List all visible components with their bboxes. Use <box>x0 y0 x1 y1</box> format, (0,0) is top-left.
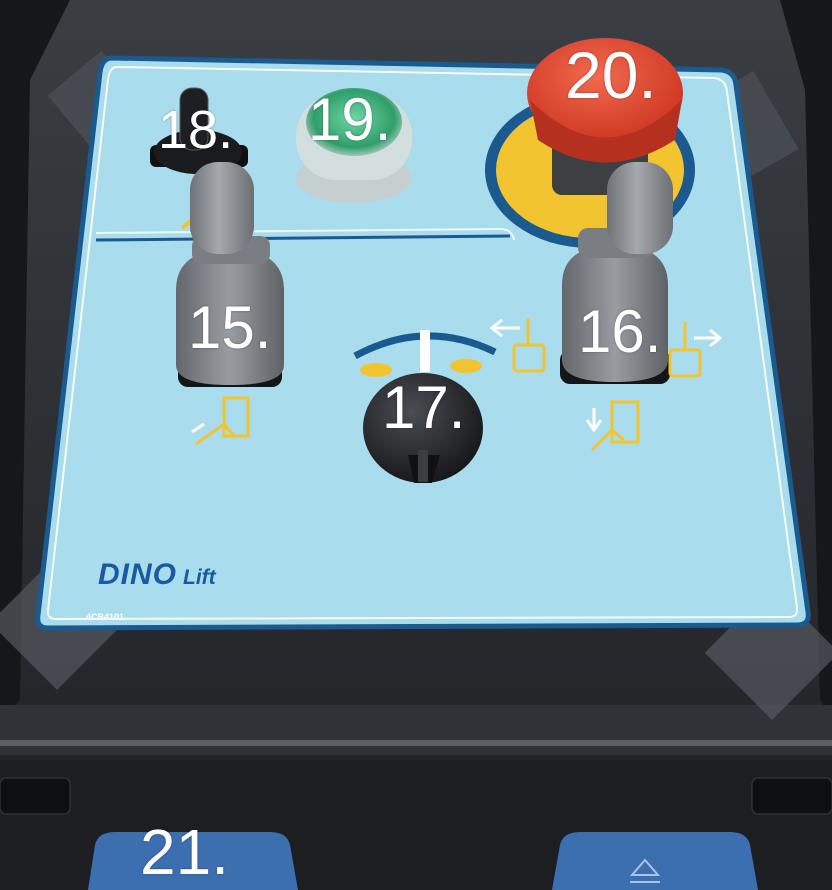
callout-21: 21. <box>140 816 229 888</box>
control-panel-photo <box>0 0 832 890</box>
callout-16: 16. <box>578 298 662 365</box>
housing-lip <box>0 705 832 755</box>
joystick-icon[interactable] <box>190 162 254 254</box>
right-latch <box>751 777 832 815</box>
brand-logo: DINO Lift <box>98 558 216 592</box>
callout-17: 17. <box>382 374 466 441</box>
joystick-icon-16[interactable] <box>607 162 673 254</box>
brand-main: DINO <box>98 558 177 591</box>
callout-15: 15. <box>188 294 272 361</box>
selector-marker <box>420 330 430 372</box>
brand-sub: Lift <box>183 566 216 589</box>
callout-19: 19. <box>308 86 392 153</box>
part-number: 4CB4101 <box>86 612 125 622</box>
left-latch <box>0 777 71 815</box>
selector-pointer-light <box>418 450 428 482</box>
callout-18: 18. <box>158 100 234 160</box>
housing-lip-highlight <box>0 740 832 746</box>
callout-20: 20. <box>565 38 657 112</box>
